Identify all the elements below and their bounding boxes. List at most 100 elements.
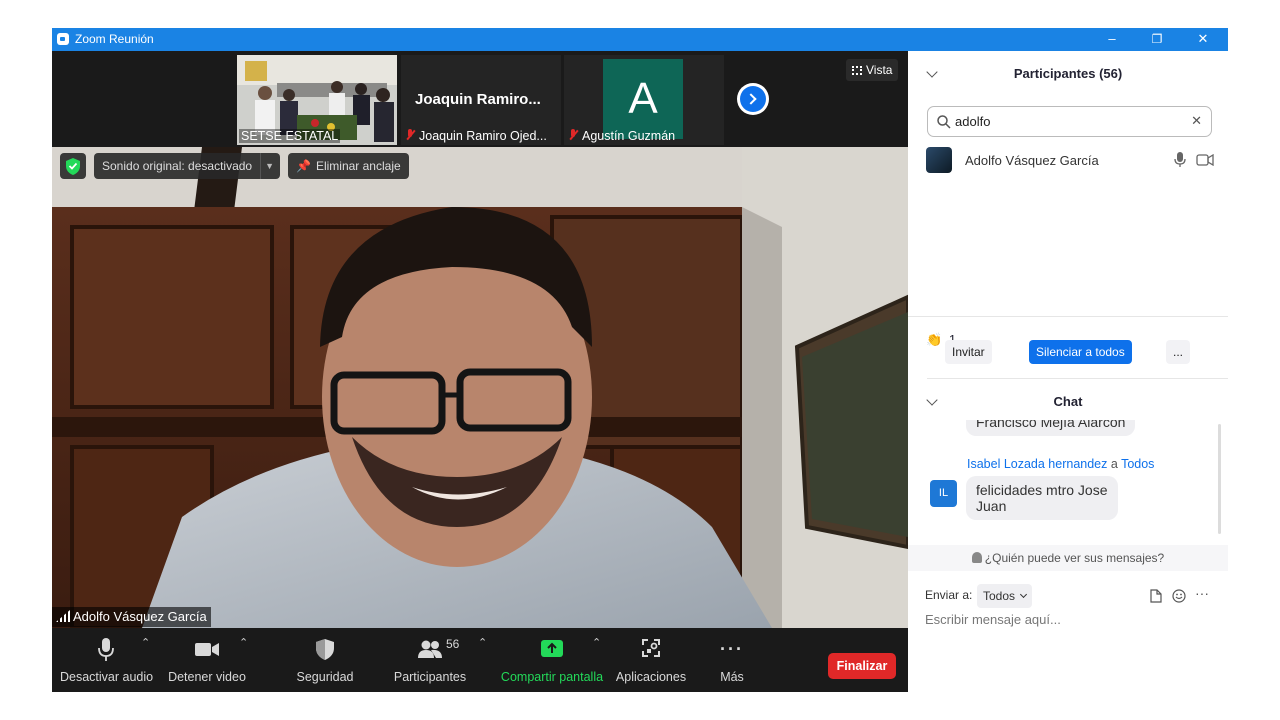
chevron-down-icon: ▼	[260, 153, 278, 179]
avatar: A	[603, 59, 683, 139]
mic-muted-icon	[405, 129, 415, 141]
apps-button[interactable]: Aplicaciones	[614, 636, 688, 684]
participant-search-input[interactable]: adolfo ✕	[927, 106, 1212, 137]
restore-button[interactable]: ❐	[1147, 30, 1167, 48]
who-can-see-banner[interactable]: ¿Quién puede ver sus mensajes?	[908, 545, 1228, 571]
minimize-button[interactable]: –	[1102, 30, 1122, 48]
clapping-hands-icon: 👏	[926, 332, 943, 347]
more-dots-icon: ···	[720, 638, 744, 659]
chat-to-word: a	[1110, 457, 1118, 471]
chat-message-line: felicidades mtro Jose	[976, 482, 1108, 498]
clear-search-icon[interactable]: ✕	[1191, 113, 1202, 129]
end-meeting-button[interactable]: Finalizar	[828, 653, 896, 679]
side-panel: Participantes (56) adolfo ✕ Adolfo Vásqu…	[908, 51, 1228, 692]
shield-check-icon	[66, 158, 80, 175]
chat-recipient[interactable]: Todos	[1121, 457, 1154, 471]
share-screen-icon	[541, 640, 563, 657]
speaker-video-image	[52, 147, 908, 628]
microphone-icon	[98, 638, 114, 661]
chat-scrollbar[interactable]	[1218, 424, 1221, 534]
invite-button[interactable]: Invitar	[945, 340, 992, 364]
thumbnail-name: Agustín Guzmán	[582, 129, 676, 143]
chat-more-icon[interactable]: ···	[1195, 585, 1209, 601]
mute-audio-label: Desactivar audio	[60, 670, 154, 684]
more-button[interactable]: ··· Más	[708, 636, 756, 685]
thumbnail-joaquin[interactable]: Joaquin Ramiro... Joaquin Ramiro Ojed...	[401, 55, 561, 145]
shield-icon	[316, 639, 334, 660]
participants-button[interactable]: 56 Participantes	[390, 636, 470, 684]
apps-label: Aplicaciones	[615, 670, 687, 684]
view-button[interactable]: Vista	[846, 59, 899, 81]
speaker-name: Adolfo Vásquez García	[73, 609, 207, 624]
divider	[927, 378, 1228, 379]
grid-icon	[852, 66, 862, 75]
stop-video-label: Detener video	[168, 670, 246, 684]
avatar	[926, 147, 952, 173]
window-title: Zoom Reunión	[75, 32, 154, 46]
send-to-value: Todos	[983, 589, 1016, 603]
share-screen-button[interactable]: Compartir pantalla	[500, 636, 604, 684]
meeting-controls-bar: Desactivar audio ⌃ Detener video ⌃ Segur…	[52, 628, 908, 692]
signal-bars-icon	[56, 610, 70, 622]
video-camera-icon	[195, 643, 219, 656]
participants-title: Participantes (56)	[1013, 66, 1123, 81]
video-camera-icon[interactable]	[1196, 154, 1214, 166]
chat-bubble: felicidades mtro Jose Juan	[966, 476, 1118, 520]
participant-row[interactable]: Adolfo Vásquez García	[908, 145, 1228, 175]
thumbnail-setse-estatal[interactable]: SETSE ESTATAL	[237, 55, 397, 145]
speaker-name-tag: Adolfo Vásquez García	[52, 607, 211, 627]
chat-input-placeholder: Escribir mensaje aquí...	[925, 612, 1061, 627]
share-screen-label: Compartir pantalla	[500, 670, 604, 684]
zoom-window: Zoom Reunión – ❐ ✕ SETSE ESTATAL Joaquin…	[52, 28, 1228, 692]
zoom-logo-icon	[57, 33, 69, 45]
send-to-label: Enviar a:	[925, 588, 973, 602]
participants-options-chevron-icon[interactable]: ⌃	[478, 636, 487, 649]
who-can-see-label: ¿Quién puede ver sus mensajes?	[984, 551, 1165, 565]
view-label: Vista	[866, 63, 893, 77]
original-sound-button[interactable]: Sonido original: desactivado ▼	[94, 153, 281, 179]
mute-all-button[interactable]: Silenciar a todos	[1029, 340, 1132, 364]
more-options-button[interactable]: ...	[1166, 340, 1191, 364]
video-stage: SETSE ESTATAL Joaquin Ramiro... Joaquin …	[52, 51, 908, 628]
chat-sender-line: Isabel Lozada hernandez a Todos	[967, 457, 1154, 471]
microphone-icon[interactable]	[1174, 152, 1186, 168]
next-page-button[interactable]	[737, 83, 769, 115]
security-label: Seguridad	[296, 670, 354, 684]
participants-icon	[418, 640, 442, 658]
thumbnail-display-name: Joaquin Ramiro...	[415, 91, 541, 108]
emoji-icon[interactable]	[1172, 589, 1186, 603]
participants-label: Participantes	[393, 670, 467, 684]
share-options-chevron-icon[interactable]: ⌃	[592, 636, 601, 649]
close-window-button[interactable]: ✕	[1193, 30, 1213, 48]
security-status-button[interactable]	[60, 153, 86, 179]
chevron-down-icon	[1020, 590, 1028, 599]
audio-options-chevron-icon[interactable]: ⌃	[141, 636, 150, 649]
file-icon[interactable]	[1150, 589, 1162, 603]
divider	[908, 316, 1228, 317]
search-icon	[937, 115, 951, 129]
apps-icon	[642, 639, 660, 657]
video-options-chevron-icon[interactable]: ⌃	[239, 636, 248, 649]
title-bar: Zoom Reunión – ❐ ✕	[52, 28, 1228, 51]
mute-audio-button[interactable]: Desactivar audio	[60, 636, 154, 684]
original-sound-label: Sonido original: desactivado	[102, 159, 253, 173]
main-video: Sonido original: desactivado ▼ 📌 Eliminar…	[52, 147, 908, 628]
send-to-row: Enviar a: Todos ···	[925, 584, 1225, 608]
stop-video-button[interactable]: Detener video	[164, 636, 250, 684]
thumbnail-agustin[interactable]: A Agustín Guzmán	[564, 55, 724, 145]
send-to-select[interactable]: Todos	[977, 584, 1033, 608]
security-button[interactable]: Seguridad	[288, 636, 362, 684]
chevron-right-icon	[740, 86, 766, 112]
chat-message-line: Juan	[976, 498, 1007, 514]
more-label: Más	[720, 670, 744, 684]
chat-bubble: Francisco Mejía Alarcón	[966, 420, 1136, 436]
chat-sender[interactable]: Isabel Lozada hernandez	[967, 457, 1107, 471]
user-info-icon	[971, 552, 982, 563]
chat-messages: Francisco Mejía Alarcón Isabel Lozada he…	[908, 420, 1228, 545]
search-value: adolfo	[955, 114, 991, 129]
chat-message-input[interactable]: Escribir mensaje aquí...	[925, 612, 1215, 634]
unpin-button[interactable]: 📌 Eliminar anclaje	[288, 153, 409, 179]
pin-icon: 📌	[296, 159, 311, 173]
chat-title: Chat	[1053, 394, 1083, 409]
thumbnail-name: Joaquin Ramiro Ojed...	[419, 129, 547, 143]
